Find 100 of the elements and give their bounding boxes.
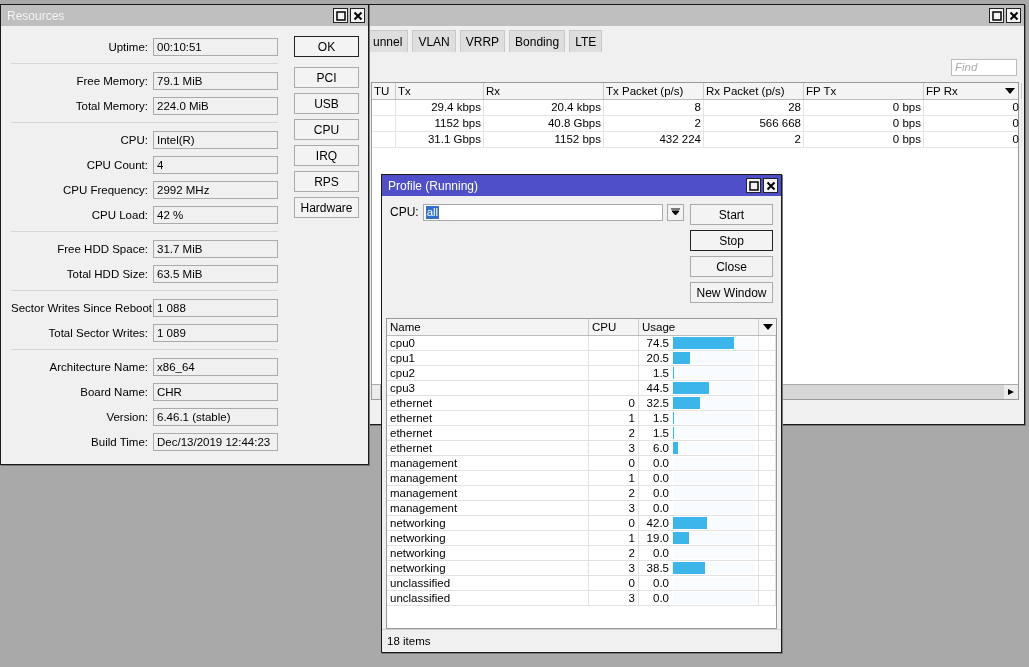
- table-cell-text: 0.0: [652, 576, 669, 590]
- dropdown-arrow-icon: [670, 208, 680, 217]
- table-cell: 0: [924, 116, 1022, 131]
- cpu-select-field[interactable]: all: [422, 204, 663, 221]
- table-cell-text: 1.5: [652, 366, 669, 380]
- field-label: Total HDD Size:: [65, 267, 148, 280]
- value-field: 4: [153, 155, 278, 174]
- table-cell: 0: [589, 396, 639, 410]
- tab[interactable]: VRRP: [459, 30, 506, 52]
- dialog-button[interactable]: Hardware: [294, 197, 359, 218]
- table-cell: 3: [589, 441, 639, 455]
- table-cell-text: 42.0: [645, 516, 669, 530]
- column-header[interactable]: FP Tx: [804, 83, 924, 99]
- value-field: 6.46.1 (stable): [153, 407, 278, 426]
- table-cell: 1: [589, 471, 639, 485]
- table-cell: cpu0: [387, 336, 589, 350]
- value-field: Dec/13/2019 12:44:23: [153, 432, 278, 451]
- dialog-button[interactable]: Start: [690, 204, 773, 225]
- table-cell: unclassified: [387, 576, 589, 590]
- table-cell: 0: [924, 100, 1022, 115]
- table-cell: 2: [704, 132, 804, 147]
- scroll-right-button[interactable]: [1004, 385, 1018, 399]
- table-cell: 2: [604, 116, 704, 131]
- table-cell: ethernet: [387, 411, 589, 425]
- column-header[interactable]: TU: [372, 83, 396, 99]
- field-label: CPU Count:: [85, 158, 148, 171]
- value-field: 224.0 MiB: [153, 96, 278, 115]
- table-cell: 0 bps: [804, 132, 924, 147]
- table-cell: networking: [387, 531, 589, 545]
- table-cell: unclassified: [387, 591, 589, 605]
- table-cell: 566 668: [704, 116, 804, 131]
- table-cell: 0: [589, 576, 639, 590]
- value-field: 1 089: [153, 323, 278, 342]
- maximize-button[interactable]: [746, 178, 761, 193]
- table-cell: management: [387, 471, 589, 485]
- dialog-button[interactable]: IRQ: [294, 145, 359, 166]
- value-field: CHR: [153, 382, 278, 401]
- field-label: Uptime:: [107, 40, 148, 53]
- tab[interactable]: Bonding: [509, 30, 566, 52]
- table-cell: 3: [589, 591, 639, 605]
- value-field: Intel(R): [153, 130, 278, 149]
- column-header[interactable]: Rx: [484, 83, 604, 99]
- table-cell: 1152 bps: [396, 116, 484, 131]
- dialog-button[interactable]: CPU: [294, 119, 359, 140]
- tab[interactable]: VLAN: [412, 30, 456, 52]
- table-cell: 432 224: [604, 132, 704, 147]
- close-button[interactable]: [763, 178, 778, 193]
- dialog-button[interactable]: RPS: [294, 171, 359, 192]
- field-label: Total Memory:: [74, 99, 148, 112]
- scrollbar-thumb[interactable]: [372, 385, 381, 399]
- column-header[interactable]: Tx Packet (p/s): [604, 83, 704, 99]
- table-cell-text: 38.5: [645, 561, 669, 575]
- dialog-button[interactable]: New Window: [690, 282, 773, 303]
- dialog-button[interactable]: Close: [690, 256, 773, 277]
- dialog-button[interactable]: OK: [294, 36, 359, 57]
- table-cell: ethernet: [387, 441, 589, 455]
- table-cell-text: 0.0: [652, 456, 669, 470]
- find-field[interactable]: Find: [951, 58, 1017, 76]
- table-cell-text: 0.0: [652, 591, 669, 605]
- value-field: 79.1 MiB: [153, 71, 278, 90]
- table-cell: 1: [589, 531, 639, 545]
- table-cell: 2: [589, 546, 639, 560]
- column-header[interactable]: CPU: [589, 319, 639, 335]
- table-cell-text: 20.5: [645, 351, 669, 365]
- table-cell: 0: [924, 132, 1022, 147]
- table-cell-text: 44.5: [645, 381, 669, 395]
- tab[interactable]: unnel: [367, 30, 409, 52]
- column-header[interactable]: Usage: [639, 319, 759, 335]
- table-cell-text: 0.0: [652, 546, 669, 560]
- table-cell: 1: [589, 411, 639, 425]
- dialog-button[interactable]: Stop: [690, 230, 773, 251]
- field-label: Total Sector Writes:: [47, 326, 148, 339]
- dropdown-icon[interactable]: [1004, 86, 1016, 94]
- value-field: 31.7 MiB: [153, 239, 278, 258]
- table-cell: networking: [387, 561, 589, 575]
- field-label: Build Time:: [90, 435, 148, 448]
- table-cell: 28: [704, 100, 804, 115]
- value-field: 42 %: [153, 205, 278, 224]
- column-header[interactable]: Name: [387, 319, 589, 335]
- dropdown-button[interactable]: [666, 204, 684, 221]
- dialog-button[interactable]: PCI: [294, 67, 359, 88]
- window-title: Profile (Running): [388, 178, 479, 193]
- field-label: CPU Frequency:: [62, 183, 148, 196]
- field-label: Architecture Name:: [48, 360, 148, 373]
- table-cell: 3: [589, 501, 639, 515]
- table-cell: 8: [604, 100, 704, 115]
- table-cell-text: 0.0: [652, 501, 669, 515]
- table-cell-text: 6.0: [652, 441, 669, 455]
- table-cell-text: 0.0: [652, 486, 669, 500]
- dialog-button[interactable]: USB: [294, 93, 359, 114]
- table-cell: 0: [589, 516, 639, 530]
- table-cell: 1152 bps: [484, 132, 604, 147]
- table-cell: cpu1: [387, 351, 589, 365]
- table-cell-text: 1.5: [652, 426, 669, 440]
- column-header[interactable]: Tx: [396, 83, 484, 99]
- status-text: 18 items: [387, 635, 431, 647]
- tab[interactable]: LTE: [569, 30, 603, 52]
- table-cell: networking: [387, 516, 589, 530]
- table-cell-text: 1.5: [652, 411, 669, 425]
- column-header[interactable]: Rx Packet (p/s): [704, 83, 804, 99]
